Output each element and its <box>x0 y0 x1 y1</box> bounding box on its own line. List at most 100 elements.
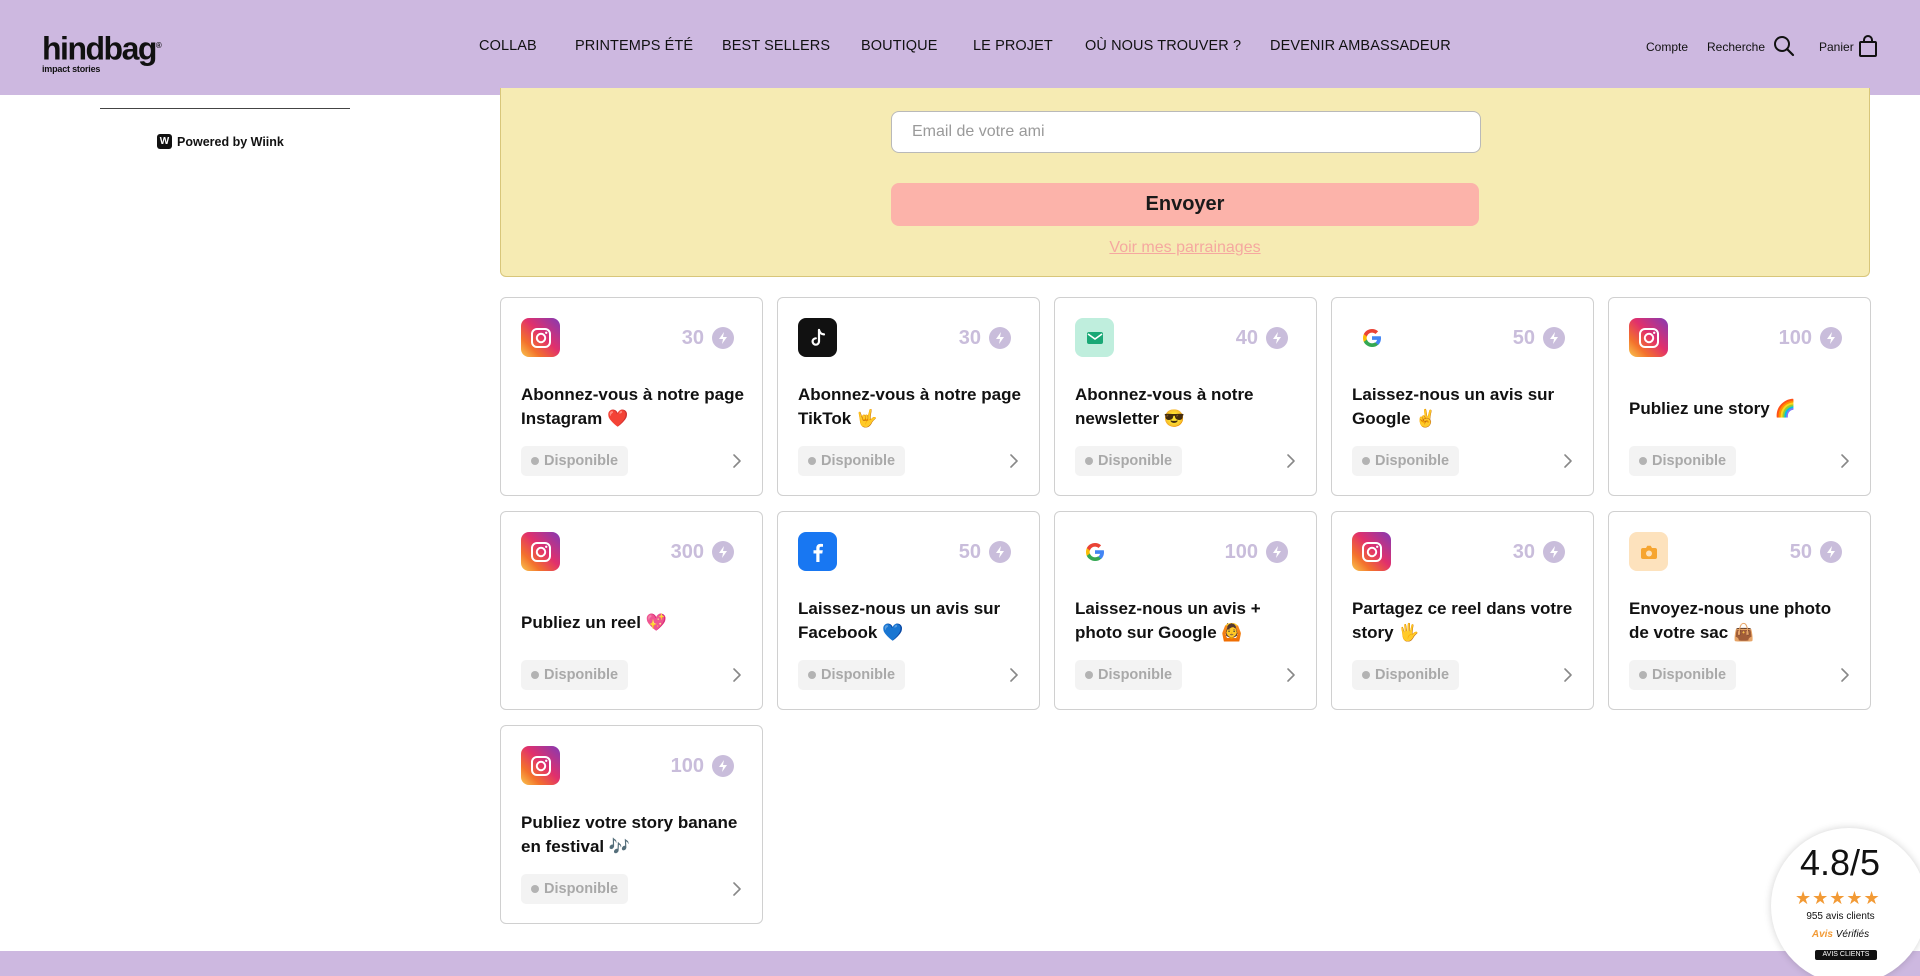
points-value: 30 <box>1512 541 1535 563</box>
bolt-icon <box>1820 327 1842 349</box>
action-title: Publiez une story 🌈 <box>1629 399 1796 418</box>
camera-icon <box>1629 532 1668 571</box>
action-card[interactable]: 40 Abonnez-vous à notre newsletter 😎 Dispo… <box>1054 297 1317 496</box>
bolt-icon <box>1543 327 1565 349</box>
nav-item-ou-nous-trouver[interactable]: OÙ NOUS TROUVER ? <box>1085 38 1241 54</box>
instagram-icon <box>521 318 560 357</box>
action-card[interactable]: 100 Laissez-nous un avis + photo sur Goog… <box>1054 511 1317 710</box>
action-title: Laissez-nous un avis + photo sur Google … <box>1075 599 1261 642</box>
action-title: Publiez un reel 💖 <box>521 613 667 632</box>
action-card[interactable]: 30 Abonnez-vous à notre page TikTok 🤟 Disp… <box>777 297 1040 496</box>
nav-item-printemps-ete[interactable]: PRINTEMPS ÉTÉ <box>575 38 693 54</box>
points-value: 50 <box>1789 541 1812 563</box>
action-card[interactable]: 50 Laissez-nous un avis sur Facebook 💙 Dis… <box>777 511 1040 710</box>
chevron-right-icon[interactable] <box>1009 667 1019 688</box>
tiktok-icon <box>798 318 837 357</box>
bolt-icon <box>1266 327 1288 349</box>
rating-widget[interactable]: 4.8/5 ★★★★★ 955 avis clients Avis Vérifi… <box>1771 828 1920 976</box>
chevron-right-icon[interactable] <box>1840 453 1850 474</box>
instagram-icon <box>521 532 560 571</box>
nav-item-le-projet[interactable]: LE PROJET <box>973 38 1053 54</box>
header-utilities: Compte Recherche Panier <box>1646 33 1878 59</box>
status-badge: Disponible <box>798 660 906 690</box>
status-badge: Disponible <box>521 660 629 690</box>
action-title: Partagez ce reel dans votre story 🖐️ <box>1352 599 1573 642</box>
bolt-icon <box>989 327 1011 349</box>
powered-by-wiink[interactable]: W Powered by Wiink <box>157 134 284 149</box>
account-link[interactable]: Compte <box>1646 40 1688 54</box>
nav-item-boutique[interactable]: BOUTIQUE <box>861 38 938 54</box>
nav-item-collab[interactable]: COLLAB <box>479 38 537 54</box>
rating-score: 4.8/5 <box>1799 842 1881 883</box>
newsletter-icon <box>1075 318 1114 357</box>
site-header: hindbag® impact stories COLLAB PRINTEMPS… <box>0 0 1920 95</box>
chevron-right-icon[interactable] <box>1563 667 1573 688</box>
action-card[interactable]: 30 Partagez ce reel dans votre story 🖐️ Di… <box>1331 511 1594 710</box>
bolt-icon <box>1266 541 1288 563</box>
friend-email-input[interactable] <box>891 111 1481 153</box>
points-value: 100 <box>1224 541 1258 563</box>
status-badge: Disponible <box>521 446 629 476</box>
rating-stars: ★★★★★ <box>1795 888 1881 908</box>
avis-verifies-logo: Avis Vérifiés <box>1811 929 1870 940</box>
action-card[interactable]: 50 Laissez-nous un avis sur Google ✌️ Disp… <box>1331 297 1594 496</box>
action-title: Abonnez-vous à notre page TikTok 🤟 <box>798 385 1021 428</box>
action-card[interactable]: 100 Publiez une story 🌈 Disponible <box>1608 297 1871 496</box>
shopping-bag-icon[interactable] <box>1857 34 1879 63</box>
action-title: Laissez-nous un avis sur Facebook 💙 <box>798 599 1001 642</box>
search-link[interactable]: Recherche <box>1707 40 1765 54</box>
points-value: 50 <box>958 541 981 563</box>
points-value: 50 <box>1512 327 1535 349</box>
points-value: 100 <box>670 755 704 777</box>
bolt-icon <box>1543 541 1565 563</box>
points-value: 300 <box>670 541 704 563</box>
action-title: Abonnez-vous à notre newsletter 😎 <box>1075 385 1254 428</box>
status-badge: Disponible <box>1075 660 1183 690</box>
bolt-icon <box>712 327 734 349</box>
bolt-icon <box>989 541 1011 563</box>
send-button[interactable]: Envoyer <box>891 183 1479 226</box>
points-value: 40 <box>1235 327 1258 349</box>
search-icon[interactable] <box>1772 34 1796 63</box>
nav-item-devenir-ambassadeur[interactable]: DEVENIR AMBASSADEUR <box>1270 38 1451 54</box>
status-badge: Disponible <box>1629 660 1737 690</box>
avis-clients-label: AVIS CLIENTS <box>1815 950 1877 960</box>
points-value: 30 <box>681 327 704 349</box>
chevron-right-icon[interactable] <box>1286 453 1296 474</box>
instagram-icon <box>1352 532 1391 571</box>
chevron-right-icon[interactable] <box>732 453 742 474</box>
action-title: Abonnez-vous à notre page Instagram ❤️ <box>521 385 744 428</box>
action-card[interactable]: 30 Abonnez-vous à notre page Instagram ❤️… <box>500 297 763 496</box>
cart-link[interactable]: Panier <box>1819 40 1854 54</box>
action-title: Envoyez-nous une photo de votre sac 👜 <box>1629 599 1832 642</box>
action-card[interactable]: 300 Publiez un reel 💖 Disponible <box>500 511 763 710</box>
nav-item-best-sellers[interactable]: BEST SELLERS <box>722 38 830 54</box>
chevron-right-icon[interactable] <box>732 667 742 688</box>
status-badge: Disponible <box>1629 446 1737 476</box>
status-badge: Disponible <box>521 874 629 904</box>
main-nav: COLLAB PRINTEMPS ÉTÉ BEST SELLERS BOUTIQ… <box>0 38 1920 58</box>
chevron-right-icon[interactable] <box>1840 667 1850 688</box>
sidebar-divider <box>100 108 350 109</box>
action-title: Laissez-nous un avis sur Google ✌️ <box>1352 385 1555 428</box>
facebook-icon <box>798 532 837 571</box>
chevron-right-icon[interactable] <box>1563 453 1573 474</box>
action-card[interactable]: 100 Publiez votre story banane en festiva… <box>500 725 763 924</box>
action-card[interactable]: 50 Envoyez-nous une photo de votre sac 👜 D… <box>1608 511 1871 710</box>
status-badge: Disponible <box>1075 446 1183 476</box>
status-badge: Disponible <box>1352 446 1460 476</box>
chevron-right-icon[interactable] <box>1009 453 1019 474</box>
bolt-icon <box>1820 541 1842 563</box>
chevron-right-icon[interactable] <box>1286 667 1296 688</box>
chevron-right-icon[interactable] <box>732 881 742 902</box>
bolt-icon <box>712 755 734 777</box>
instagram-icon <box>521 746 560 785</box>
points-value: 30 <box>958 327 981 349</box>
footer-band <box>0 951 1920 976</box>
google-icon <box>1075 532 1114 571</box>
instagram-icon <box>1629 318 1668 357</box>
see-referrals-link[interactable]: Voir mes parrainages <box>891 239 1479 257</box>
status-badge: Disponible <box>798 446 906 476</box>
review-count: 955 avis clients <box>1806 911 1875 922</box>
points-value: 100 <box>1778 327 1812 349</box>
